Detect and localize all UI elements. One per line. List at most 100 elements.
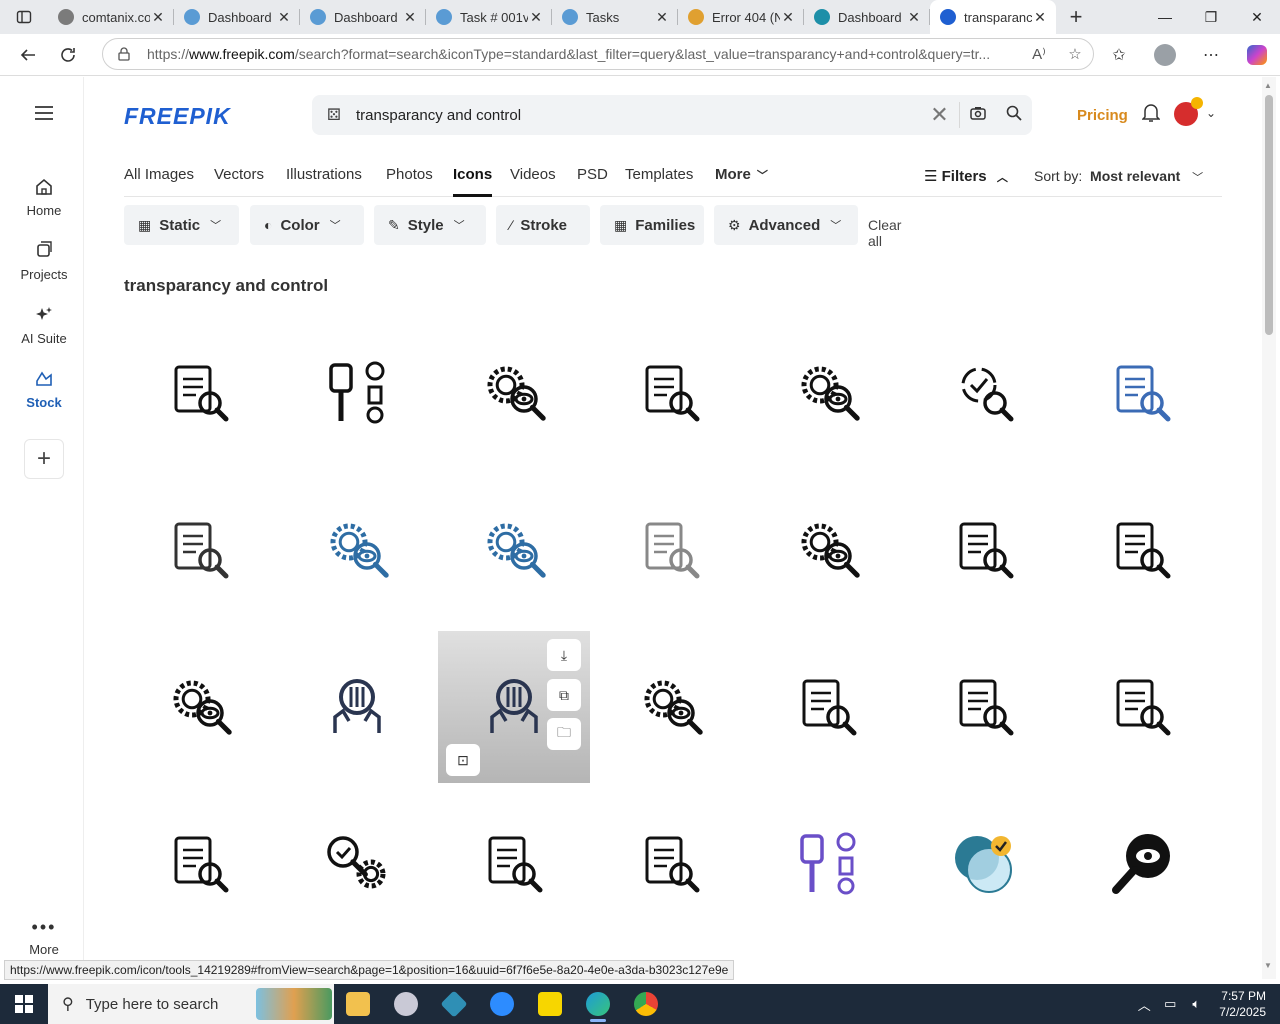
close-window-icon[interactable]: ✕ <box>1234 0 1280 34</box>
file-explorer-icon[interactable] <box>334 984 382 1024</box>
icon-result-card[interactable] <box>595 631 747 783</box>
tab-photos[interactable]: Photos <box>386 166 433 197</box>
tab-close-icon[interactable]: ✕ <box>654 9 670 25</box>
search-submit-icon[interactable] <box>996 105 1032 126</box>
zoom-icon[interactable] <box>478 984 526 1024</box>
sticky-notes-icon[interactable] <box>526 984 574 1024</box>
tab-psd[interactable]: PSD <box>577 166 608 197</box>
tab-close-icon[interactable]: ✕ <box>402 9 418 25</box>
tab-more[interactable]: More ﹀ <box>715 166 768 197</box>
settings-more-icon[interactable]: ⋯ <box>1188 45 1234 65</box>
sidebar-item-projects[interactable]: Projects <box>4 241 84 282</box>
download-icon[interactable]: ⤓ <box>547 639 581 671</box>
page-scrollbar[interactable]: ▲ ▼ <box>1262 77 1276 979</box>
copilot-icon[interactable] <box>1234 45 1280 65</box>
icon-result-card[interactable] <box>281 631 433 783</box>
browser-tab[interactable]: Dashboard ✕ <box>174 0 300 34</box>
icon-result-card[interactable] <box>438 474 590 626</box>
icon-result-card[interactable] <box>124 474 276 626</box>
scroll-up-arrow-icon[interactable]: ▲ <box>1264 81 1272 90</box>
tab-videos[interactable]: Videos <box>510 166 556 197</box>
volume-icon[interactable]: 🔈︎ <box>1183 996 1209 1012</box>
edge-browser-icon[interactable] <box>574 984 622 1024</box>
tab-close-icon[interactable]: ✕ <box>276 9 292 25</box>
icon-result-card[interactable] <box>438 788 590 940</box>
icon-result-card[interactable] <box>1066 474 1218 626</box>
sidebar-more[interactable]: ••• More <box>4 917 84 957</box>
sidebar-item-stock[interactable]: Stock <box>4 369 84 410</box>
icon-result-card[interactable]: ⤓ ⧉ 🗀︎ ⊡ <box>438 631 590 783</box>
new-tab-button[interactable]: + <box>1056 4 1096 30</box>
filter-chip-advanced[interactable]: ⚙ Advanced ﹀ <box>714 205 858 245</box>
notifications-bell-icon[interactable] <box>1141 103 1161 128</box>
icon-result-card[interactable] <box>1066 631 1218 783</box>
camera-search-icon[interactable] <box>960 106 996 125</box>
browser-tab[interactable]: transparancy ✕ <box>930 0 1056 34</box>
save-to-folder-icon[interactable]: 🗀︎ <box>547 718 581 750</box>
freepik-logo[interactable]: FREEPIK <box>124 103 231 130</box>
filters-toggle-button[interactable]: ☰ Filters ︿ <box>924 167 1008 185</box>
filter-chip-color[interactable]: ◐ Color ﹀ <box>250 205 364 245</box>
chrome-browser-icon[interactable] <box>622 984 670 1024</box>
tab-actions-button[interactable] <box>0 0 48 34</box>
start-button[interactable] <box>0 984 48 1024</box>
filter-chip-families[interactable]: ▦ Families <box>600 205 704 245</box>
icon-result-card[interactable] <box>752 631 904 783</box>
profile-avatar-icon[interactable] <box>1142 44 1188 66</box>
icon-result-card[interactable] <box>909 788 1061 940</box>
icon-result-card[interactable] <box>909 474 1061 626</box>
sidebar-item-home[interactable]: Home <box>4 177 84 218</box>
tray-overflow-chevron-icon[interactable]: ︿ <box>1131 995 1157 1014</box>
taskbar-search-box[interactable]: ⚲ Type here to search <box>48 984 334 1024</box>
icon-result-card[interactable] <box>1066 317 1218 469</box>
minimize-icon[interactable]: — <box>1142 0 1188 34</box>
tab-close-icon[interactable]: ✕ <box>528 9 544 25</box>
icon-result-card[interactable] <box>281 788 433 940</box>
icon-result-card[interactable] <box>438 317 590 469</box>
browser-tab[interactable]: comtanix.com✕ <box>48 0 174 34</box>
taskbar-clock[interactable]: 7:57 PM 7/2/2025 <box>1209 988 1280 1020</box>
scroll-down-arrow-icon[interactable]: ▼ <box>1264 961 1272 970</box>
copy-icon[interactable]: ⧉ <box>547 679 581 711</box>
tab-icons[interactable]: Icons <box>453 166 493 197</box>
snipping-tool-icon[interactable] <box>382 984 430 1024</box>
refresh-button[interactable] <box>48 35 88 75</box>
network-icon[interactable]: ▭ <box>1157 996 1183 1012</box>
icon-result-card[interactable] <box>595 788 747 940</box>
tab-templates[interactable]: Templates <box>625 166 693 197</box>
search-type-icon[interactable]: ⚄ <box>312 105 356 125</box>
restore-icon[interactable]: ❐ <box>1188 0 1234 34</box>
icon-result-card[interactable] <box>909 317 1061 469</box>
add-new-button[interactable]: + <box>24 439 64 479</box>
url-omnibox[interactable]: https://www.freepik.com/search?format=se… <box>102 38 1094 70</box>
tab-close-icon[interactable]: ✕ <box>780 9 796 25</box>
icon-result-card[interactable] <box>124 631 276 783</box>
back-button[interactable] <box>8 35 48 75</box>
browser-tab[interactable]: Task # 001v ✕ <box>426 0 552 34</box>
user-menu-chevron-icon[interactable]: ⌄ <box>1206 106 1216 120</box>
tab-illustrations[interactable]: Illustrations <box>286 166 362 197</box>
icon-result-card[interactable] <box>595 474 747 626</box>
tab-close-icon[interactable]: ✕ <box>150 9 166 25</box>
browser-tab[interactable]: Tasks ✕ <box>552 0 678 34</box>
icon-result-card[interactable] <box>124 788 276 940</box>
pricing-link[interactable]: Pricing <box>1077 107 1128 124</box>
hamburger-menu-icon[interactable] <box>34 105 54 126</box>
icon-result-card[interactable] <box>281 474 433 626</box>
tab-close-icon[interactable]: ✕ <box>906 9 922 25</box>
scroll-thumb[interactable] <box>1265 95 1273 335</box>
clear-all-button[interactable]: Clear all <box>868 217 901 249</box>
icon-result-card[interactable] <box>752 317 904 469</box>
icon-result-card[interactable] <box>595 317 747 469</box>
edit-image-icon[interactable]: ⊡ <box>446 744 480 776</box>
filter-chip-stroke[interactable]: ∕ Stroke <box>496 205 590 245</box>
site-info-icon[interactable] <box>117 47 131 61</box>
sort-dropdown[interactable]: Sort by: Most relevant ﹀ <box>1034 168 1203 185</box>
icon-result-card[interactable] <box>124 317 276 469</box>
clear-search-icon[interactable]: ✕ <box>920 102 960 128</box>
icon-result-card[interactable] <box>1066 788 1218 940</box>
icon-result-card[interactable] <box>752 474 904 626</box>
icon-result-card[interactable] <box>281 317 433 469</box>
icon-result-card[interactable] <box>752 788 904 940</box>
tab-vectors[interactable]: Vectors <box>214 166 264 197</box>
